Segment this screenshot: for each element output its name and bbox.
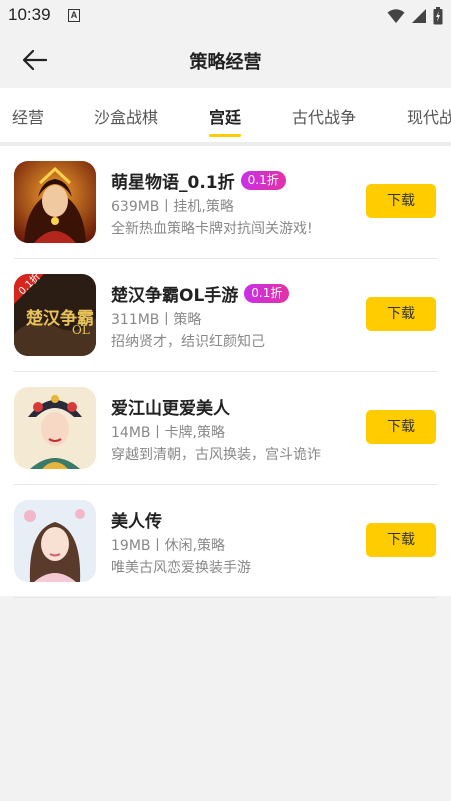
discount-badge: 0.1折 [244, 284, 290, 303]
discount-badge: 0.1折 [240, 171, 286, 190]
game-name: 萌星物语_0.1折 [111, 173, 235, 193]
list-item[interactable]: 萌星物语_0.1折 0.1折 639MB丨挂机,策略 全新热血策略卡牌对抗闯关游… [0, 146, 451, 259]
page-title: 策略经营 [189, 52, 262, 73]
game-meta: 19MB丨休闲,策略 [111, 538, 225, 554]
list-item[interactable]: 爱江山更爱美人 14MB丨卡牌,策略 穿越到清朝，古风换装，宫斗诡诈 下载 [0, 372, 451, 485]
game-meta: 14MB丨卡牌,策略 [111, 425, 225, 441]
tab-jingying[interactable]: 经营 [12, 104, 44, 128]
tab-xiandai-zhan[interactable]: 现代战 [407, 104, 451, 128]
category-tabs: 经营 沙盒战棋 宫廷 古代战争 现代战 [0, 88, 451, 142]
row-divider [14, 597, 437, 598]
tab-gongting[interactable]: 宫廷 [209, 104, 241, 128]
tab-shahe-zhanqi[interactable]: 沙盒战棋 [94, 104, 158, 128]
game-icon-mengxing [14, 161, 96, 243]
list-item[interactable]: 0.1折 楚汉争霸 OL 楚汉争霸OL手游 0.1折 311MB丨策略 招纳贤才… [0, 259, 451, 372]
game-description: 招纳贤才，结识红颜知己 [111, 334, 265, 350]
game-icon-chuhan: 0.1折 楚汉争霸 OL [14, 274, 96, 356]
game-description: 全新热血策略卡牌对抗闯关游戏! [111, 221, 313, 237]
game-icon-aijiangshan [14, 387, 96, 469]
game-meta: 639MB丨挂机,策略 [111, 199, 234, 215]
battery-icon [433, 7, 443, 25]
list-item[interactable]: 美人传 19MB丨休闲,策略 唯美古风恋爱换装手游 下载 [0, 485, 451, 598]
wifi-icon [387, 8, 405, 23]
game-list: 萌星物语_0.1折 0.1折 639MB丨挂机,策略 全新热血策略卡牌对抗闯关游… [0, 146, 451, 598]
signal-icon [412, 9, 426, 23]
status-icons [387, 7, 443, 25]
download-button[interactable]: 下载 [366, 523, 436, 557]
game-name: 美人传 [111, 512, 162, 532]
notification-icon: A [68, 9, 80, 22]
game-name: 爱江山更爱美人 [111, 399, 230, 419]
download-button[interactable]: 下载 [366, 410, 436, 444]
download-button[interactable]: 下载 [366, 297, 436, 331]
game-icon-meirenzhuan [14, 500, 96, 582]
active-tab-indicator [209, 134, 241, 137]
status-bar: 10:39 A [0, 0, 451, 32]
tab-gudai-zhanzheng[interactable]: 古代战争 [292, 104, 356, 128]
game-description: 穿越到清朝，古风换装，宫斗诡诈 [111, 447, 321, 463]
download-button[interactable]: 下载 [366, 184, 436, 218]
svg-text:OL: OL [72, 323, 90, 337]
app-bar: 策略经营 [0, 32, 451, 88]
game-meta: 311MB丨策略 [111, 312, 202, 328]
game-description: 唯美古风恋爱换装手游 [111, 560, 251, 576]
status-time: 10:39 [8, 5, 51, 24]
game-name: 楚汉争霸OL手游 [111, 286, 239, 306]
